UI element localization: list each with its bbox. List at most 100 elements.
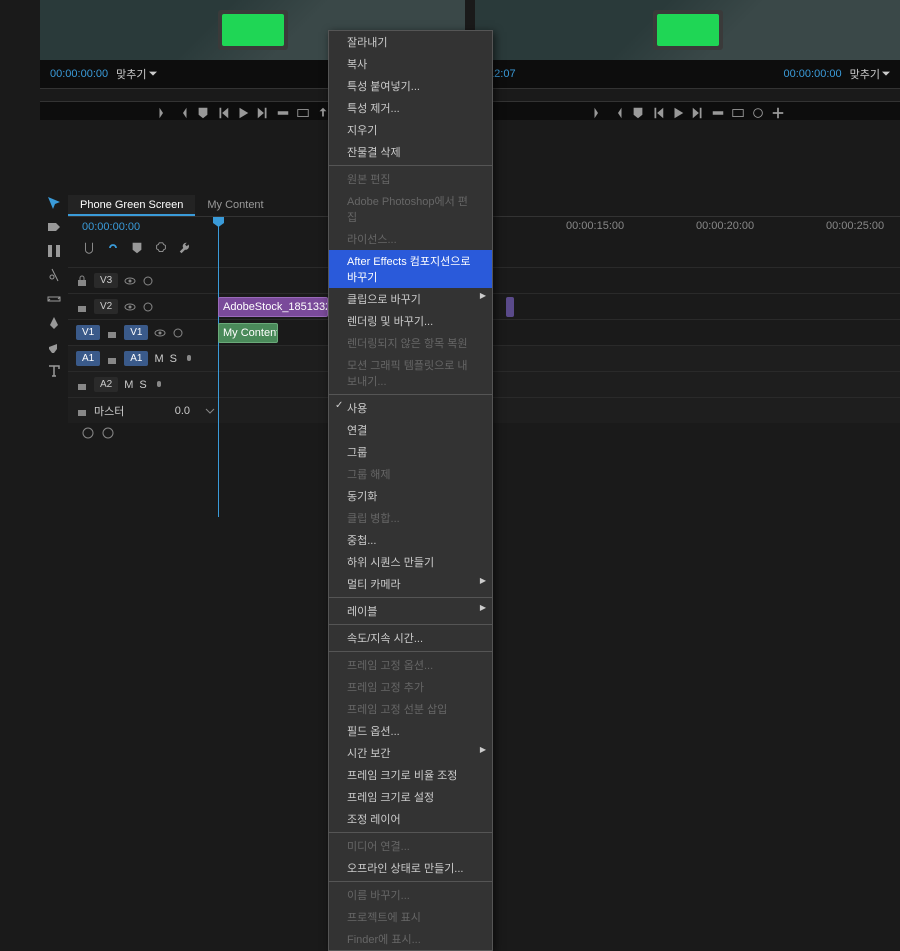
menu-item[interactable]: 중첩... xyxy=(329,529,492,551)
timeline-ruler[interactable]: 00:00:15:00 00:00:20:00 00:00:25:00 xyxy=(216,217,900,237)
tab-my-content[interactable]: My Content xyxy=(195,195,275,216)
program-ruler[interactable] xyxy=(475,88,900,102)
menu-item[interactable]: 사용 xyxy=(329,397,492,419)
lock-icon[interactable] xyxy=(76,301,88,313)
menu-item[interactable]: 그룹 xyxy=(329,441,492,463)
type-tool-icon[interactable] xyxy=(46,363,62,379)
plus-icon[interactable] xyxy=(771,106,785,120)
menu-item[interactable]: After Effects 컴포지션으로 바꾸기 xyxy=(329,250,492,288)
ripple-tool-icon[interactable] xyxy=(46,243,62,259)
context-menu[interactable]: 잘라내기복사특성 붙여넣기...특성 제거...지우기잔물결 삭제원본 편집Ad… xyxy=(328,30,493,951)
slip-tool-icon[interactable] xyxy=(46,291,62,307)
clip-adobestock[interactable]: AdobeStock_185133280.mov xyxy=(218,297,328,317)
menu-item: 프레임 고정 선분 삽입 xyxy=(329,698,492,720)
solo-button[interactable]: S xyxy=(139,379,146,391)
lock-icon[interactable] xyxy=(106,353,118,365)
marker-icon[interactable] xyxy=(196,106,210,120)
linked-selection-icon[interactable] xyxy=(106,241,120,255)
lock-icon[interactable] xyxy=(76,275,88,287)
tool-palette xyxy=(40,195,68,379)
menu-item[interactable]: 지우기 xyxy=(329,119,492,141)
menu-item[interactable]: 잘라내기 xyxy=(329,31,492,53)
play-icon[interactable] xyxy=(671,106,685,120)
menu-item[interactable]: 속도/지속 시간... xyxy=(329,627,492,649)
playhead-timecode[interactable]: 00:00:00:00 xyxy=(68,221,216,233)
export-frame-icon[interactable] xyxy=(751,106,765,120)
eye-icon[interactable] xyxy=(124,301,136,313)
menu-item[interactable]: 특성 제거... xyxy=(329,97,492,119)
menu-item: 프레임 고정 옵션... xyxy=(329,654,492,676)
menu-item: 이름 바꾸기... xyxy=(329,884,492,906)
play-icon[interactable] xyxy=(236,106,250,120)
voice-icon[interactable] xyxy=(183,353,195,365)
lock-icon[interactable] xyxy=(76,405,88,417)
step-back-icon[interactable] xyxy=(216,106,230,120)
fit-dropdown[interactable]: 맞추기 xyxy=(116,66,156,82)
source-patch-v1[interactable]: V1 xyxy=(76,325,100,340)
menu-item[interactable]: 렌더링 및 바꾸기... xyxy=(329,310,492,332)
sync-lock-icon[interactable] xyxy=(172,327,184,339)
master-level[interactable]: 0.0 xyxy=(175,405,190,417)
clip-tail[interactable] xyxy=(506,297,514,317)
snap-icon[interactable] xyxy=(82,241,96,255)
menu-item: 미디어 연결... xyxy=(329,835,492,857)
sync-lock-icon[interactable] xyxy=(142,275,154,287)
program-monitor: :12:07 00:00:00:00 맞추기 xyxy=(475,0,900,120)
tab-phone-green[interactable]: Phone Green Screen xyxy=(68,195,195,216)
step-back-icon[interactable] xyxy=(651,106,665,120)
lock-icon[interactable] xyxy=(106,327,118,339)
expand-icon[interactable] xyxy=(204,405,216,417)
menu-item: Adobe Photoshop에서 편집 xyxy=(329,190,492,228)
menu-item[interactable]: 하위 시퀀스 만들기 xyxy=(329,551,492,573)
mark-out-icon[interactable] xyxy=(611,106,625,120)
overwrite-icon[interactable] xyxy=(296,106,310,120)
hand-tool-icon[interactable] xyxy=(46,339,62,355)
pen-tool-icon[interactable] xyxy=(46,315,62,331)
insert-icon[interactable] xyxy=(276,106,290,120)
menu-item[interactable]: 오프라인 상태로 만들기... xyxy=(329,857,492,879)
menu-item[interactable]: 연결 xyxy=(329,419,492,441)
source-timecode: 00:00:00:00 xyxy=(50,68,108,80)
menu-item[interactable]: 잔물결 삭제 xyxy=(329,141,492,163)
lock-icon[interactable] xyxy=(76,379,88,391)
source-patch-a1[interactable]: A1 xyxy=(76,351,100,366)
menu-item[interactable]: 레이블 xyxy=(329,600,492,622)
collapse-icon-2[interactable] xyxy=(102,427,114,439)
sync-lock-icon[interactable] xyxy=(142,301,154,313)
menu-item[interactable]: 특성 붙여넣기... xyxy=(329,75,492,97)
solo-button[interactable]: S xyxy=(170,353,177,365)
mark-out-icon[interactable] xyxy=(176,106,190,120)
menu-item: 프로젝트에 표시 xyxy=(329,906,492,928)
track-select-tool-icon[interactable] xyxy=(46,219,62,235)
menu-item[interactable]: 시간 보간 xyxy=(329,742,492,764)
razor-tool-icon[interactable] xyxy=(46,267,62,283)
mute-button[interactable]: M xyxy=(124,379,133,391)
menu-item[interactable]: 필드 옵션... xyxy=(329,720,492,742)
fit-dropdown-2[interactable]: 맞추기 xyxy=(850,66,890,82)
eye-icon[interactable] xyxy=(154,327,166,339)
lift-icon[interactable] xyxy=(711,106,725,120)
step-fwd-icon[interactable] xyxy=(691,106,705,120)
mute-button[interactable]: M xyxy=(154,353,163,365)
clip-my-content[interactable]: My Content xyxy=(218,323,278,343)
menu-item[interactable]: 멀티 카메라 xyxy=(329,573,492,595)
menu-item[interactable]: 프레임 크기로 설정 xyxy=(329,786,492,808)
menu-item[interactable]: 프레임 크기로 비율 조정 xyxy=(329,764,492,786)
menu-item[interactable]: 복사 xyxy=(329,53,492,75)
wrench-icon[interactable] xyxy=(178,241,192,255)
eye-icon[interactable] xyxy=(124,275,136,287)
collapse-icon[interactable] xyxy=(82,427,94,439)
selection-tool-icon[interactable] xyxy=(46,195,62,211)
mark-in-icon[interactable] xyxy=(591,106,605,120)
settings-icon[interactable] xyxy=(154,241,168,255)
mark-in-icon[interactable] xyxy=(156,106,170,120)
menu-item[interactable]: 동기화 xyxy=(329,485,492,507)
extract-icon[interactable] xyxy=(731,106,745,120)
voice-icon[interactable] xyxy=(153,379,165,391)
marker-icon[interactable] xyxy=(631,106,645,120)
menu-item[interactable]: 조정 레이어 xyxy=(329,808,492,830)
step-fwd-icon[interactable] xyxy=(256,106,270,120)
marker-add-icon[interactable] xyxy=(130,241,144,255)
menu-item: 원본 편집 xyxy=(329,168,492,190)
menu-item[interactable]: 클립으로 바꾸기 xyxy=(329,288,492,310)
